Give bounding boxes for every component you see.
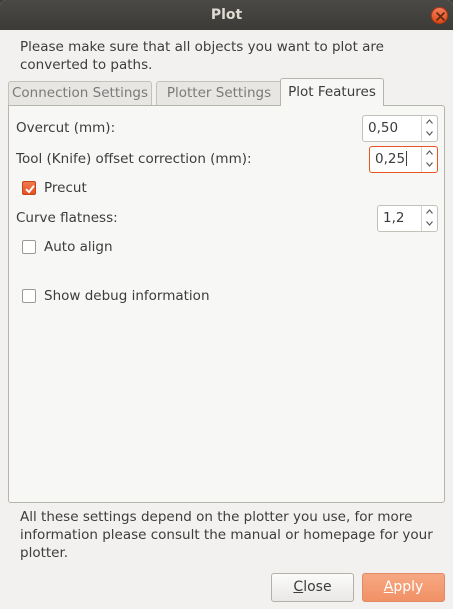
plot-dialog: Plot Please make sure that all objects y… bbox=[0, 0, 453, 609]
tool-offset-value[interactable]: 0,25 bbox=[375, 147, 408, 172]
precut-checkbox[interactable] bbox=[22, 181, 36, 195]
tab-plotter-settings[interactable]: Plotter Settings bbox=[156, 81, 282, 106]
window-title: Plot bbox=[210, 7, 243, 23]
curve-flatness-spinbox[interactable]: 1,2 bbox=[377, 205, 438, 232]
title-bar: Plot bbox=[0, 0, 453, 30]
tool-offset-label: Tool (Knife) offset correction (mm): bbox=[16, 151, 252, 167]
chevron-down-icon bbox=[426, 221, 433, 226]
show-debug-label[interactable]: Show debug information bbox=[44, 288, 210, 304]
apply-label: pply bbox=[393, 579, 424, 595]
plot-features-panel: Overcut (mm): 0,50 Tool (Knife) offset c… bbox=[8, 105, 445, 503]
curve-flatness-value[interactable]: 1,2 bbox=[383, 206, 404, 231]
close-mnemonic: C bbox=[293, 579, 304, 595]
close-icon bbox=[435, 11, 445, 21]
curve-flatness-stepper bbox=[421, 206, 437, 231]
chevron-up-icon bbox=[426, 119, 433, 124]
show-debug-checkbox[interactable] bbox=[22, 289, 36, 303]
overcut-label: Overcut (mm): bbox=[16, 120, 116, 136]
overcut-decrement-button[interactable] bbox=[422, 128, 437, 140]
close-label: lose bbox=[303, 579, 332, 595]
chevron-down-icon bbox=[426, 162, 433, 167]
auto-align-checkbox[interactable] bbox=[22, 240, 36, 254]
checkmark-icon bbox=[25, 185, 35, 194]
intro-text: Please make sure that all objects you wa… bbox=[20, 39, 384, 73]
tab-connection-settings[interactable]: Connection Settings bbox=[8, 81, 152, 106]
auto-align-label[interactable]: Auto align bbox=[44, 239, 113, 255]
tool-offset-decrement-button[interactable] bbox=[422, 159, 437, 171]
chevron-down-icon bbox=[426, 131, 433, 136]
overcut-stepper bbox=[421, 116, 437, 141]
chevron-up-icon bbox=[426, 209, 433, 214]
overcut-value[interactable]: 0,50 bbox=[368, 116, 398, 141]
footer-note: All these settings depend on the plotter… bbox=[20, 509, 433, 561]
curve-flatness-decrement-button[interactable] bbox=[422, 218, 437, 230]
curve-flatness-label: Curve flatness: bbox=[16, 210, 118, 226]
apply-button[interactable]: Apply bbox=[362, 573, 445, 602]
tool-offset-spinbox[interactable]: 0,25 bbox=[369, 146, 438, 173]
apply-mnemonic: A bbox=[383, 579, 394, 595]
chevron-up-icon bbox=[426, 150, 433, 155]
close-button[interactable]: Close bbox=[271, 573, 354, 602]
tab-plot-features[interactable]: Plot Features bbox=[280, 78, 384, 106]
tool-offset-stepper bbox=[421, 147, 437, 172]
curve-flatness-increment-button[interactable] bbox=[422, 206, 437, 218]
overcut-spinbox[interactable]: 0,50 bbox=[362, 115, 438, 142]
tool-offset-increment-button[interactable] bbox=[422, 147, 437, 159]
precut-label[interactable]: Precut bbox=[44, 180, 87, 196]
window-close-button[interactable] bbox=[431, 7, 448, 24]
overcut-increment-button[interactable] bbox=[422, 116, 437, 128]
text-cursor bbox=[406, 151, 408, 166]
